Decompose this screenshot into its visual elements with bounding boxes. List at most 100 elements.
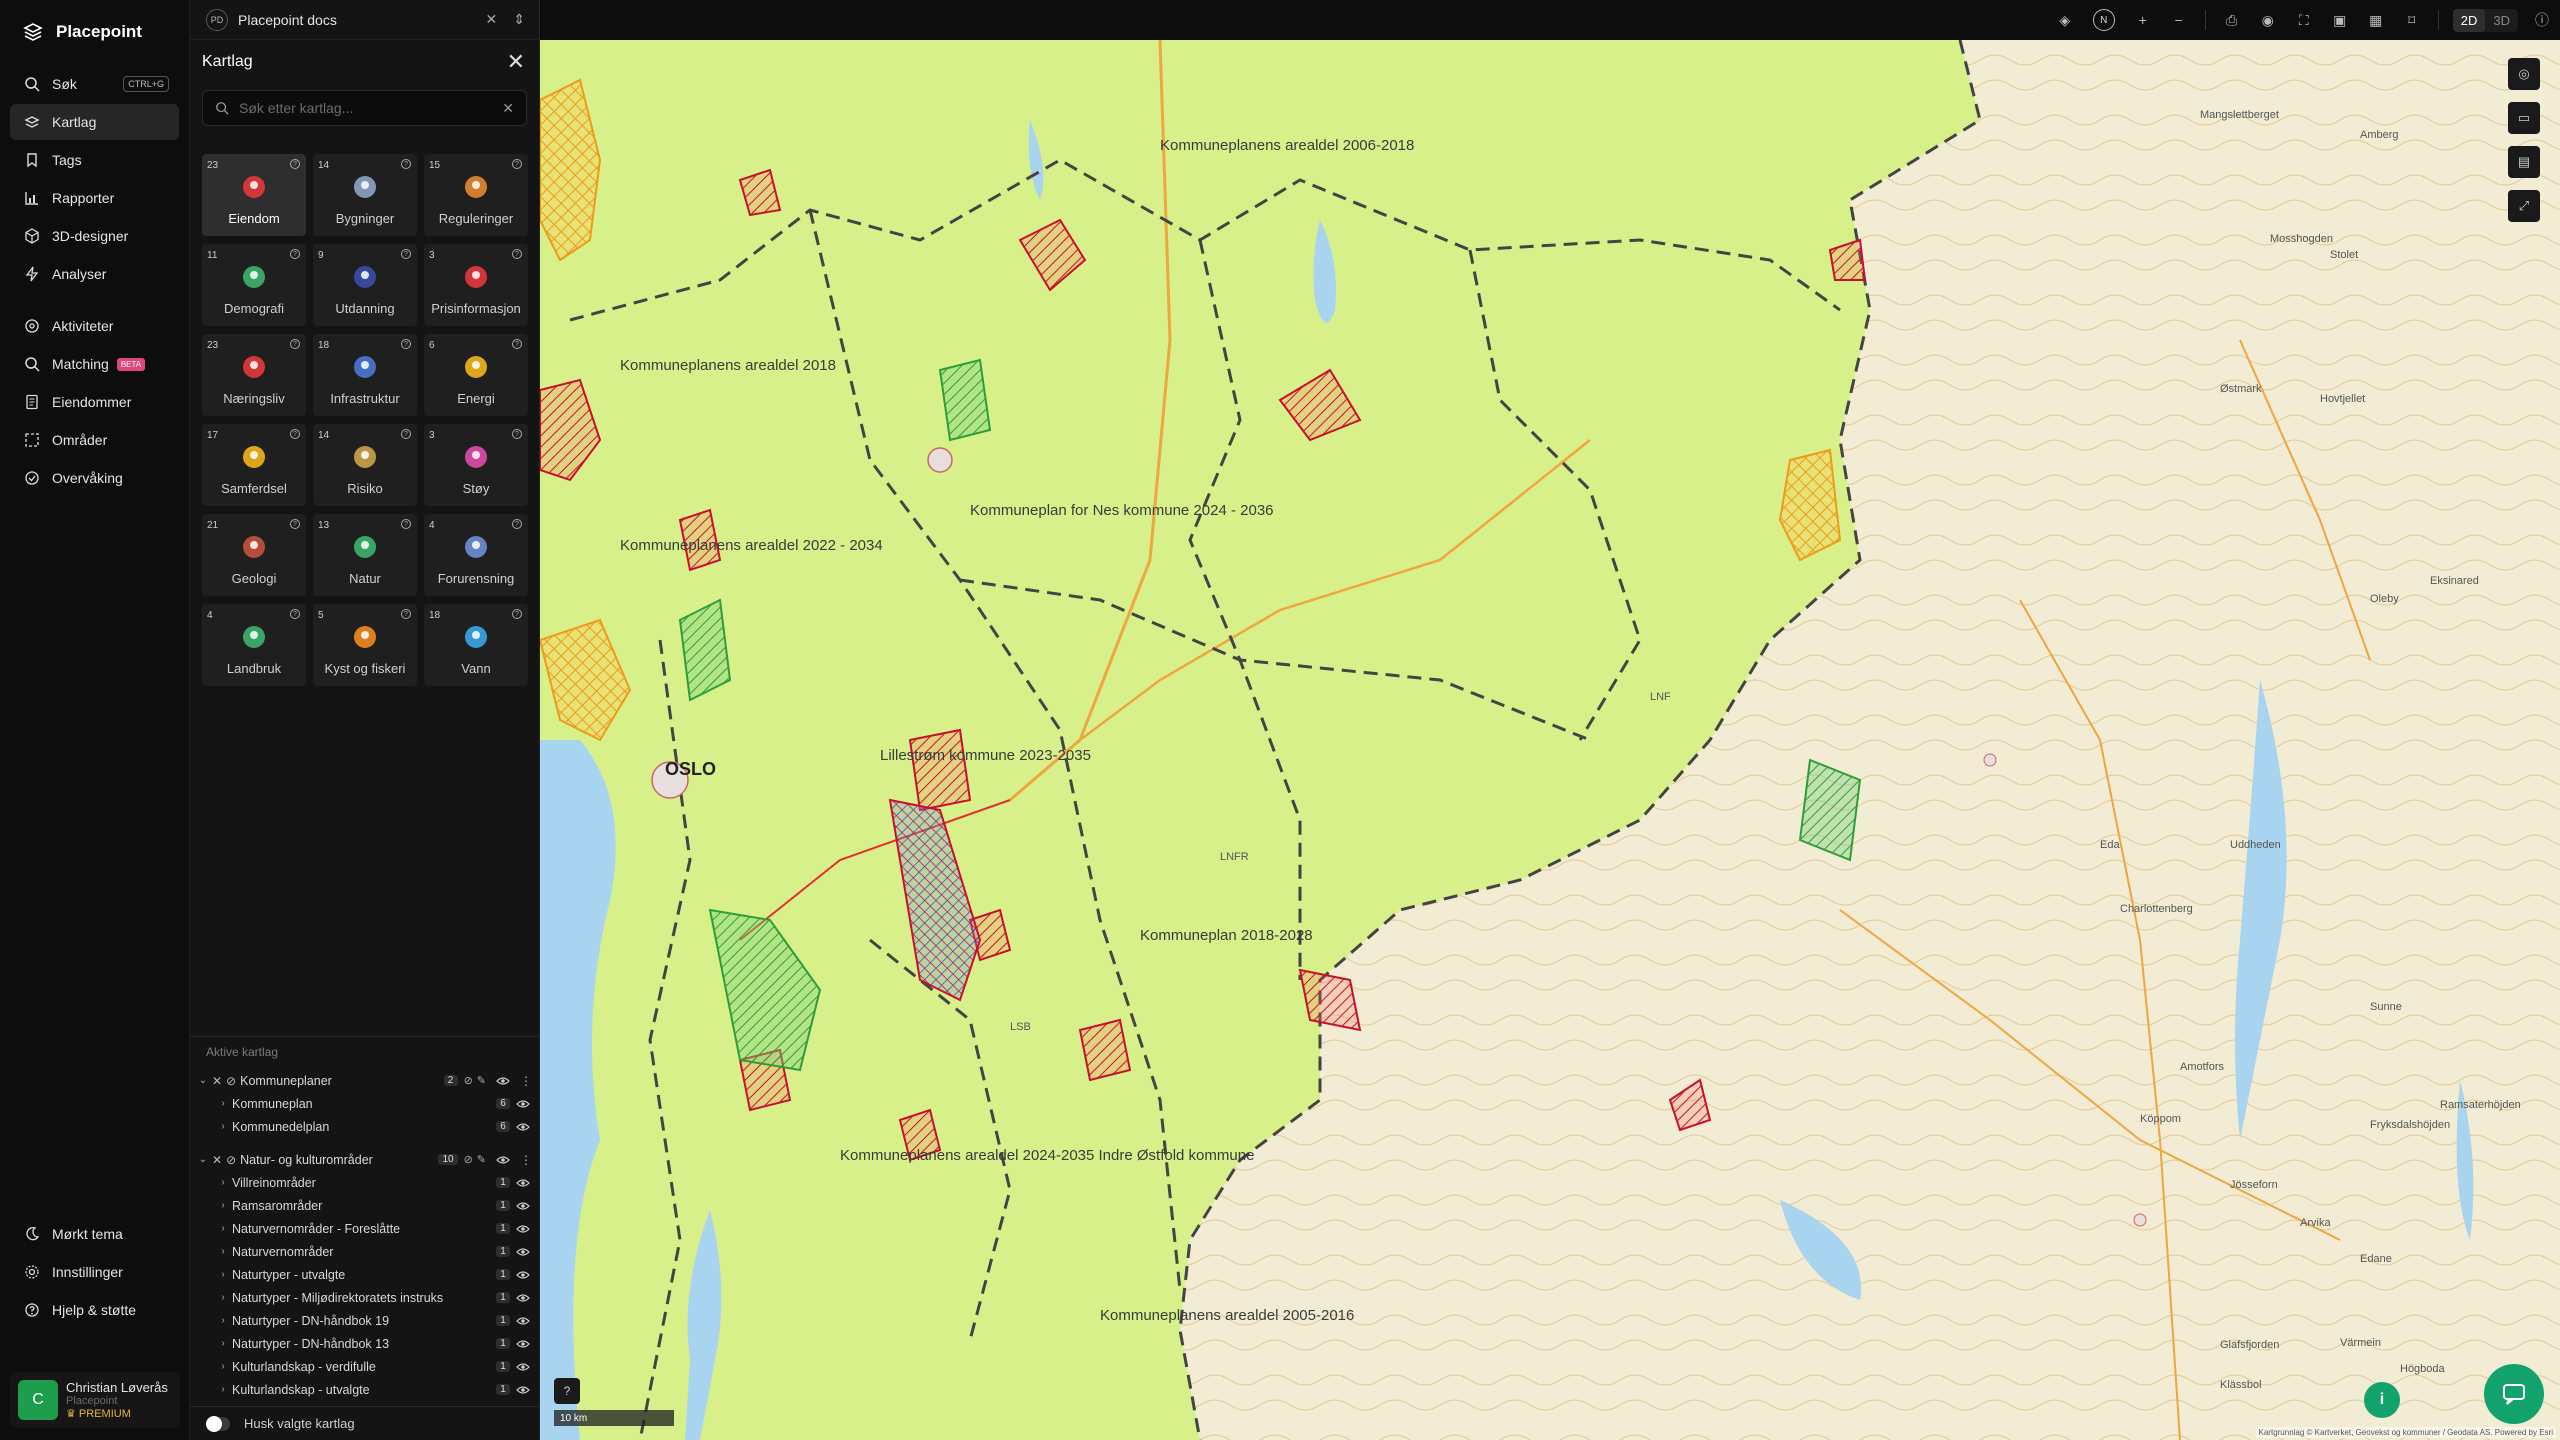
more-icon[interactable]: ⋮ xyxy=(520,1074,532,1088)
category-tile[interactable]: 6? Energi xyxy=(424,334,528,416)
chevron-right-icon[interactable]: › xyxy=(218,1177,228,1188)
category-tile[interactable]: 11? Demografi xyxy=(202,244,306,326)
layers-stack-icon[interactable]: ◈ xyxy=(2056,12,2074,29)
compass-button[interactable]: N xyxy=(2092,9,2115,31)
chevron-right-icon[interactable]: › xyxy=(218,1246,228,1257)
close-icon[interactable]: ✕ xyxy=(486,11,498,28)
info-icon[interactable]: ? xyxy=(401,339,411,349)
category-tile[interactable]: 18? Vann xyxy=(424,604,528,686)
camera-icon[interactable]: ▣ xyxy=(2331,12,2349,29)
category-tile[interactable]: 13? Natur xyxy=(313,514,417,596)
category-tile[interactable]: 3? Prisinformasjon xyxy=(424,244,528,326)
chevron-down-icon[interactable]: ⌄ xyxy=(198,1154,208,1165)
category-tile[interactable]: 14? Bygninger xyxy=(313,154,417,236)
chevron-right-icon[interactable]: › xyxy=(218,1098,228,1109)
eye-icon[interactable] xyxy=(516,1270,530,1280)
eye-icon[interactable] xyxy=(516,1362,530,1372)
eye-icon[interactable] xyxy=(516,1224,530,1234)
eye-icon[interactable] xyxy=(496,1076,510,1086)
nav-item-search[interactable]: Søk CTRL+G xyxy=(10,66,179,102)
elevation-button[interactable]: ⤢ xyxy=(2508,190,2540,222)
chevron-right-icon[interactable]: › xyxy=(218,1223,228,1234)
help-icon[interactable]: ? xyxy=(554,1378,580,1404)
chat-button[interactable] xyxy=(2484,1364,2544,1424)
info-icon[interactable]: ? xyxy=(512,519,522,529)
layer-item[interactable]: › Naturvernområder 1 xyxy=(190,1240,540,1263)
eye-icon[interactable] xyxy=(516,1247,530,1257)
nav-item-analyses[interactable]: Analyser xyxy=(10,256,179,292)
layer-item[interactable]: › Naturtyper - utvalgte 1 xyxy=(190,1263,540,1286)
category-tile[interactable]: 23? Næringsliv xyxy=(202,334,306,416)
info-icon[interactable]: ? xyxy=(512,609,522,619)
nav-item-dark-theme[interactable]: Mørkt tema xyxy=(10,1216,180,1252)
map-layer[interactable]: Kommuneplanens arealdel 2006-2018 Kommune… xyxy=(540,40,2560,1440)
info-icon[interactable]: ? xyxy=(290,339,300,349)
nav-item-kartlag[interactable]: Kartlag xyxy=(10,104,179,140)
nav-item-properties[interactable]: Eiendommer xyxy=(10,384,179,420)
layer-item[interactable]: › Kulturlandskap - utvalgte 1 xyxy=(190,1378,540,1401)
chevron-right-icon[interactable]: › xyxy=(218,1121,228,1132)
remember-toggle[interactable] xyxy=(206,1415,230,1432)
info-icon[interactable]: ? xyxy=(290,609,300,619)
layer-item[interactable]: › Naturtyper - DN-håndbok 19 1 xyxy=(190,1309,540,1332)
layer-group[interactable]: ⌄ ✕ ⊘ Kommuneplaner 2 ⊘✎ ⋮ xyxy=(190,1069,540,1092)
eye-icon[interactable] xyxy=(516,1339,530,1349)
category-tile[interactable]: 9? Utdanning xyxy=(313,244,417,326)
eye-icon[interactable] xyxy=(516,1385,530,1395)
mode-3d-button[interactable]: 3D xyxy=(2485,9,2518,32)
layer-item[interactable]: › Naturtyper - DN-håndbok 13 1 xyxy=(190,1332,540,1355)
user-profile[interactable]: C Christian Løverås Placepoint ♛ PREMIUM xyxy=(10,1372,180,1428)
chevron-right-icon[interactable]: › xyxy=(218,1384,228,1395)
chevron-updown-icon[interactable]: ⇕ xyxy=(513,11,525,28)
nav-item-matching[interactable]: Matching BETA xyxy=(10,346,179,382)
map-style-button[interactable]: ◎ xyxy=(2508,58,2540,90)
close-icon[interactable]: ✕ xyxy=(212,1074,222,1088)
info-icon[interactable]: ? xyxy=(512,339,522,349)
chevron-right-icon[interactable]: › xyxy=(218,1315,228,1326)
category-tile[interactable]: 23? Eiendom xyxy=(202,154,306,236)
category-tile[interactable]: 3? Støy xyxy=(424,424,528,506)
more-icon[interactable]: ⋮ xyxy=(520,1153,532,1167)
close-panel-button[interactable]: ✕ xyxy=(507,49,525,75)
info-icon[interactable]: ? xyxy=(290,519,300,529)
nav-item-activities[interactable]: Aktiviteter xyxy=(10,308,179,344)
remember-layers[interactable]: Husk valgte kartlag xyxy=(190,1406,540,1440)
info-icon[interactable]: ? xyxy=(401,249,411,259)
clear-search-icon[interactable]: ✕ xyxy=(502,100,514,117)
layer-item[interactable]: › Naturvernområder - Foreslåtte 1 xyxy=(190,1217,540,1240)
info-icon[interactable]: ? xyxy=(290,429,300,439)
info-icon[interactable]: ? xyxy=(512,429,522,439)
layer-tools[interactable]: ⊘✎ xyxy=(464,1153,490,1166)
category-tile[interactable]: 15? Reguleringer xyxy=(424,154,528,236)
category-tile[interactable]: 4? Landbruk xyxy=(202,604,306,686)
eye-icon[interactable] xyxy=(516,1099,530,1109)
eye-icon[interactable] xyxy=(516,1293,530,1303)
eye-icon[interactable] xyxy=(496,1155,510,1165)
nav-item-help[interactable]: Hjelp & støtte xyxy=(10,1292,180,1328)
category-tile[interactable]: 5? Kyst og fiskeri xyxy=(313,604,417,686)
chevron-down-icon[interactable]: ⌄ xyxy=(198,1075,208,1086)
chevron-right-icon[interactable]: › xyxy=(218,1338,228,1349)
info-icon[interactable]: ? xyxy=(290,249,300,259)
layer-group[interactable]: ⌄ ✕ ⊘ Natur- og kulturområder 10 ⊘✎ ⋮ xyxy=(190,1148,540,1171)
info-icon[interactable]: ? xyxy=(401,159,411,169)
info-button[interactable]: i xyxy=(2364,1382,2400,1418)
map-canvas[interactable]: Kommuneplanens arealdel 2006-2018 Kommune… xyxy=(540,40,2560,1440)
layer-item[interactable]: › Ramsarområder 1 xyxy=(190,1194,540,1217)
fullscreen-icon[interactable]: ⛶ xyxy=(2295,12,2313,29)
info-icon[interactable]: ? xyxy=(401,519,411,529)
chevron-right-icon[interactable]: › xyxy=(218,1361,228,1372)
chart-button[interactable]: ▤ xyxy=(2508,146,2540,178)
close-icon[interactable]: ✕ xyxy=(212,1153,222,1167)
print-icon[interactable]: ⎙ xyxy=(2223,12,2241,29)
nav-item-monitoring[interactable]: Overvåking xyxy=(10,460,179,496)
zoom-out-button[interactable]: − xyxy=(2170,12,2188,28)
mode-2d-button[interactable]: 2D xyxy=(2452,8,2486,32)
layer-item[interactable]: › Kommuneplan 6 xyxy=(190,1092,540,1115)
category-tile[interactable]: 4? Forurensning xyxy=(424,514,528,596)
info-icon[interactable]: ? xyxy=(290,159,300,169)
info-icon[interactable]: ? xyxy=(401,609,411,619)
info-icon[interactable]: ? xyxy=(512,249,522,259)
category-tile[interactable]: 17? Samferdsel xyxy=(202,424,306,506)
category-tile[interactable]: 14? Risiko xyxy=(313,424,417,506)
